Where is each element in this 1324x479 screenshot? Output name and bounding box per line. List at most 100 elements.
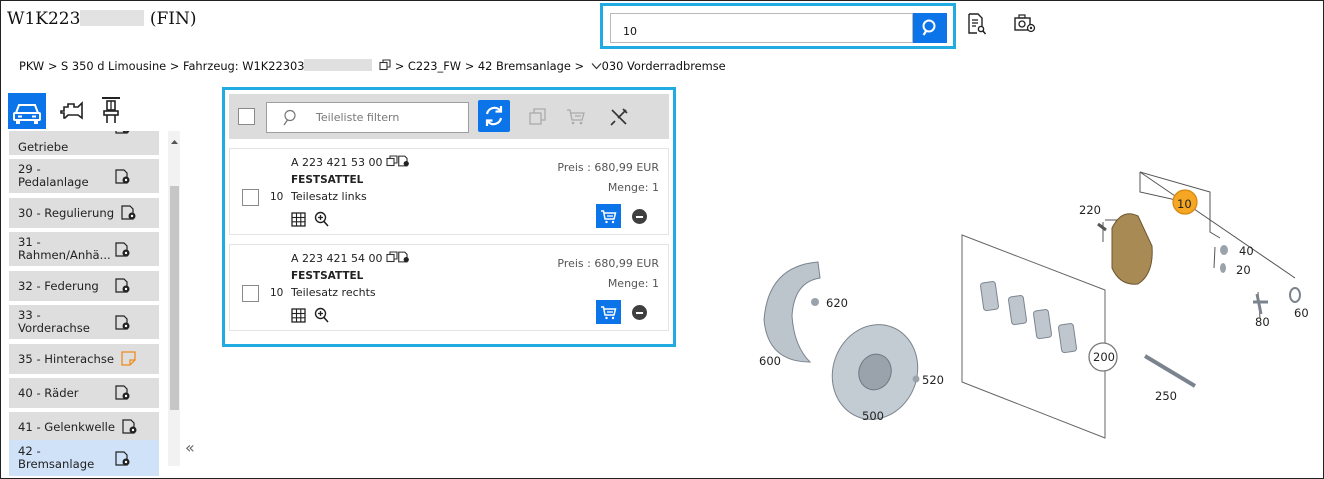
- add-to-cart-button[interactable]: [596, 300, 621, 324]
- part-position: 10: [270, 287, 284, 299]
- copy-icon[interactable]: [386, 251, 398, 263]
- document-icon[interactable]: [115, 278, 131, 296]
- sidebar-item-label-1: 40 - Räder: [18, 386, 79, 400]
- engine-tab[interactable]: [58, 99, 86, 127]
- filter-placeholder: Teileliste filtern: [316, 111, 400, 124]
- table-icon[interactable]: [291, 212, 306, 227]
- sidebar-item-label-2: Getriebe: [18, 140, 69, 154]
- bolt-220: [1097, 222, 1107, 232]
- part-row-checkbox[interactable]: [242, 189, 259, 206]
- chevron-down-icon[interactable]: [591, 62, 602, 70]
- parts-toolbar: Teileliste filtern: [229, 94, 669, 139]
- document-icon[interactable]: [122, 419, 138, 437]
- label-20[interactable]: 20: [1236, 263, 1251, 277]
- document-icon[interactable]: [398, 251, 410, 263]
- part-name: FESTSATTEL: [291, 174, 364, 186]
- remove-button[interactable]: [632, 209, 647, 224]
- label-520[interactable]: 520: [922, 373, 944, 387]
- copy-icon[interactable]: [529, 108, 547, 126]
- car-icon: [13, 104, 41, 124]
- sidebar-item-federung[interactable]: 32 - Federung: [9, 271, 159, 301]
- document-icon[interactable]: [398, 155, 410, 167]
- sidebar-item-gelenkwelle[interactable]: 41 - Gelenkwelle: [9, 412, 159, 442]
- collapse-sidebar-button[interactable]: «: [185, 438, 195, 457]
- pad-plate: [961, 234, 1106, 439]
- sidebar-item-label-1: 30 - Regulierung: [18, 206, 115, 220]
- sidebar-item-regulierung[interactable]: 30 - Regulierung: [9, 198, 159, 228]
- vehicle-tab[interactable]: [8, 93, 46, 129]
- copy-icon[interactable]: [386, 155, 398, 167]
- label-250[interactable]: 250: [1155, 389, 1177, 403]
- breadcrumb-path[interactable]: PKW > S 350 d Limousine > Fahrzeug: W1K2…: [19, 59, 304, 73]
- label-220[interactable]: 220: [1079, 203, 1101, 217]
- table-icon[interactable]: [291, 308, 306, 323]
- add-to-cart-button[interactable]: [596, 204, 621, 228]
- label-60[interactable]: 60: [1294, 306, 1309, 320]
- search-button[interactable]: [913, 13, 947, 43]
- search-icon: [922, 19, 936, 36]
- part-quantity: Menge: 1: [607, 277, 659, 290]
- label-500[interactable]: 500: [862, 409, 884, 423]
- camera-gear-icon[interactable]: [1013, 13, 1037, 39]
- search-icon: [283, 109, 296, 126]
- zoom-in-icon[interactable]: [314, 211, 329, 227]
- engine-icon: [60, 101, 83, 120]
- part-position: 10: [270, 191, 284, 203]
- copy-icon[interactable]: [379, 59, 391, 71]
- document-icon[interactable]: [115, 385, 131, 403]
- refresh-button[interactable]: [478, 100, 510, 132]
- document-orange-icon[interactable]: [121, 351, 137, 369]
- label-80[interactable]: 80: [1255, 315, 1270, 329]
- vin-redacted: [80, 10, 145, 26]
- document-icon[interactable]: [115, 242, 131, 260]
- sidebar-item-rahmen[interactable]: 31 - Rahmen/Anhä...: [9, 232, 159, 266]
- breadcrumb-current[interactable]: 030 Vorderradbremse: [602, 59, 726, 73]
- part-name: FESTSATTEL: [291, 270, 364, 282]
- part-row[interactable]: 10 A 223 421 53 00 FESTSATTEL Teilesatz …: [229, 148, 669, 235]
- bolt-620: [811, 298, 819, 306]
- document-icon[interactable]: [115, 131, 131, 137]
- label-620[interactable]: 620: [826, 296, 848, 310]
- sidebar-item-label-2: Pedalanlage: [18, 175, 89, 189]
- vin-title: W1K223 (FIN): [7, 9, 197, 29]
- part-row-checkbox[interactable]: [242, 285, 259, 302]
- part-number: A 223 421 54 00: [291, 251, 410, 265]
- sidebar-item-raeder[interactable]: 40 - Räder: [9, 378, 159, 408]
- part-40: [1220, 245, 1228, 255]
- refresh-icon: [485, 106, 503, 126]
- document-icon[interactable]: [115, 451, 131, 469]
- label-600[interactable]: 600: [759, 354, 781, 368]
- part-number-text: A 223 421 54 00: [291, 252, 383, 265]
- search-highlight: 10: [600, 3, 956, 49]
- cart-disabled-icon[interactable]: [566, 108, 586, 126]
- sidebar-item-label-2: Bremsanlage: [18, 457, 95, 471]
- document-icon[interactable]: [121, 205, 137, 223]
- scroll-up-icon[interactable]: [170, 139, 179, 145]
- part-number-text: A 223 421 53 00: [291, 156, 383, 169]
- document-icon[interactable]: [115, 315, 131, 333]
- pin-off-icon[interactable]: [609, 107, 629, 127]
- sidebar-item-bremsanlage[interactable]: 42 - Bremsanlage: [9, 440, 159, 476]
- sidebar-item-label-2: Rahmen/Anhä...: [18, 248, 111, 262]
- parts-list-panel: Teileliste filtern 10 A 223 421 53 00 FE…: [222, 87, 676, 347]
- sidebar-item-hinterachse[interactable]: 35 - Hinterachse: [9, 344, 159, 374]
- document-icon[interactable]: [115, 169, 131, 187]
- sidebar-item-vorderachse[interactable]: 33 - Vorderachse: [9, 305, 159, 339]
- part-description: Teilesatz rechts: [291, 286, 376, 299]
- breadcrumb-path-2[interactable]: > C223_FW > 42 Bremsanlage >: [391, 59, 584, 73]
- select-all-checkbox[interactable]: [238, 108, 255, 125]
- seat-tab[interactable]: [99, 95, 123, 129]
- brake-pads: [980, 281, 1077, 354]
- search-input[interactable]: 10: [610, 13, 913, 43]
- label-200[interactable]: 200: [1093, 350, 1115, 364]
- part-row[interactable]: 10 A 223 421 54 00 FESTSATTEL Teilesatz …: [229, 244, 669, 331]
- label-40[interactable]: 40: [1239, 244, 1254, 258]
- parts-filter-input[interactable]: Teileliste filtern: [266, 102, 469, 133]
- label-10[interactable]: 10: [1177, 197, 1192, 211]
- sidebar-item-getriebe[interactable]: Getriebe: [9, 131, 159, 155]
- remove-button[interactable]: [632, 305, 647, 320]
- document-search-icon[interactable]: [967, 13, 987, 39]
- zoom-in-icon[interactable]: [314, 307, 329, 323]
- sidebar-item-pedalanlage[interactable]: 29 - Pedalanlage: [9, 159, 159, 193]
- sidebar-scroll-thumb[interactable]: [170, 186, 179, 410]
